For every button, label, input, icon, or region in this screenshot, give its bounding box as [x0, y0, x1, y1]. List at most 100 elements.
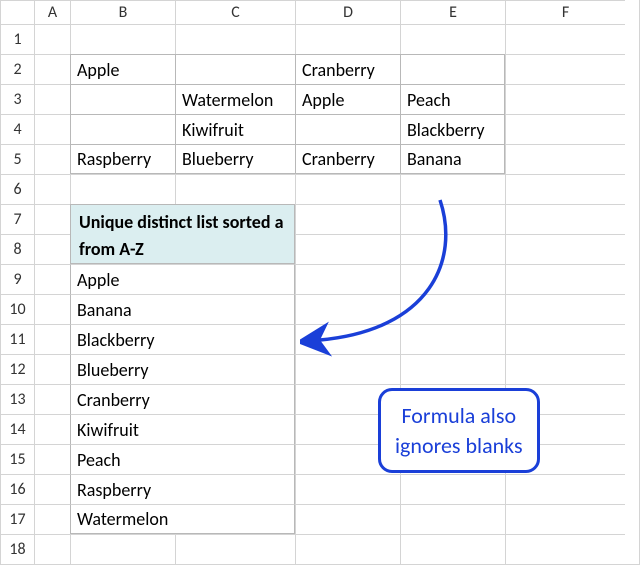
cell-A7[interactable] — [34, 204, 70, 234]
col-header-B[interactable]: B — [70, 0, 175, 24]
row-header-13[interactable]: 13 — [0, 384, 34, 414]
cell-B5[interactable]: Raspberry — [70, 144, 175, 174]
cell-C5[interactable]: Blueberry — [175, 144, 295, 174]
cell-D3[interactable]: Apple — [295, 84, 400, 114]
result-item-4[interactable]: Cranberry — [70, 384, 295, 414]
row-header-2[interactable]: 2 — [0, 54, 34, 84]
cell-C1[interactable] — [175, 24, 295, 54]
cell-E1[interactable] — [400, 24, 505, 54]
cell-A18[interactable] — [34, 534, 70, 564]
result-item-0[interactable]: Apple — [70, 264, 295, 294]
cell-D16[interactable] — [295, 474, 400, 504]
row-header-9[interactable]: 9 — [0, 264, 34, 294]
cell-D5[interactable]: Cranberry — [295, 144, 400, 174]
result-item-6[interactable]: Peach — [70, 444, 295, 474]
row-header-1[interactable]: 1 — [0, 24, 34, 54]
cell-C2[interactable] — [175, 54, 295, 84]
cell-A10[interactable] — [34, 294, 70, 324]
cell-E2[interactable] — [400, 54, 505, 84]
result-item-7[interactable]: Raspberry — [70, 474, 295, 504]
cell-B18[interactable] — [70, 534, 175, 564]
result-item-2[interactable]: Blackberry — [70, 324, 295, 354]
cell-B2[interactable]: Apple — [70, 54, 175, 84]
cell-F2[interactable] — [505, 54, 625, 84]
col-header-A[interactable]: A — [34, 0, 70, 24]
cell-F7[interactable] — [505, 204, 625, 234]
cell-D12[interactable] — [295, 354, 400, 384]
cell-E4[interactable]: Blackberry — [400, 114, 505, 144]
row-header-17[interactable]: 17 — [0, 504, 34, 534]
result-item-5[interactable]: Kiwifruit — [70, 414, 295, 444]
cell-A13[interactable] — [34, 384, 70, 414]
cell-A9[interactable] — [34, 264, 70, 294]
cell-B3[interactable] — [70, 84, 175, 114]
cell-A17[interactable] — [34, 504, 70, 534]
cell-F16[interactable] — [505, 474, 625, 504]
cell-D7[interactable] — [295, 204, 400, 234]
cell-E7[interactable] — [400, 204, 505, 234]
cell-D9[interactable] — [295, 264, 400, 294]
cell-E5[interactable]: Banana — [400, 144, 505, 174]
cell-C3[interactable]: Watermelon — [175, 84, 295, 114]
cell-F4[interactable] — [505, 114, 625, 144]
cell-D10[interactable] — [295, 294, 400, 324]
cell-D17[interactable] — [295, 504, 400, 534]
cell-A16[interactable] — [34, 474, 70, 504]
cell-D6[interactable] — [295, 174, 400, 204]
cell-E17[interactable] — [400, 504, 505, 534]
cell-F8[interactable] — [505, 234, 625, 264]
cell-D4[interactable] — [295, 114, 400, 144]
cell-A4[interactable] — [34, 114, 70, 144]
cell-D11[interactable] — [295, 324, 400, 354]
cell-B1[interactable] — [70, 24, 175, 54]
row-header-4[interactable]: 4 — [0, 114, 34, 144]
cell-E3[interactable]: Peach — [400, 84, 505, 114]
cell-F3[interactable] — [505, 84, 625, 114]
cell-E10[interactable] — [400, 294, 505, 324]
row-header-11[interactable]: 11 — [0, 324, 34, 354]
col-header-E[interactable]: E — [400, 0, 505, 24]
cell-E12[interactable] — [400, 354, 505, 384]
cell-F9[interactable] — [505, 264, 625, 294]
cell-A6[interactable] — [34, 174, 70, 204]
cell-F6[interactable] — [505, 174, 625, 204]
cell-A15[interactable] — [34, 444, 70, 474]
cell-D2[interactable]: Cranberry — [295, 54, 400, 84]
cell-E18[interactable] — [400, 534, 505, 564]
row-header-16[interactable]: 16 — [0, 474, 34, 504]
row-header-10[interactable]: 10 — [0, 294, 34, 324]
cell-F1[interactable] — [505, 24, 625, 54]
row-header-12[interactable]: 12 — [0, 354, 34, 384]
cell-E8[interactable] — [400, 234, 505, 264]
cell-A11[interactable] — [34, 324, 70, 354]
result-item-1[interactable]: Banana — [70, 294, 295, 324]
cell-A1[interactable] — [34, 24, 70, 54]
cell-D1[interactable] — [295, 24, 400, 54]
row-header-6[interactable]: 6 — [0, 174, 34, 204]
cell-B6[interactable] — [70, 174, 175, 204]
select-all-corner[interactable] — [0, 0, 34, 24]
cell-F11[interactable] — [505, 324, 625, 354]
cell-F10[interactable] — [505, 294, 625, 324]
cell-C6[interactable] — [175, 174, 295, 204]
col-header-D[interactable]: D — [295, 0, 400, 24]
cell-E9[interactable] — [400, 264, 505, 294]
result-item-8[interactable]: Watermelon — [70, 504, 295, 534]
cell-F12[interactable] — [505, 354, 625, 384]
cell-A5[interactable] — [34, 144, 70, 174]
col-header-F[interactable]: F — [505, 0, 625, 24]
result-item-3[interactable]: Blueberry — [70, 354, 295, 384]
cell-E6[interactable] — [400, 174, 505, 204]
cell-A14[interactable] — [34, 414, 70, 444]
cell-E11[interactable] — [400, 324, 505, 354]
cell-A3[interactable] — [34, 84, 70, 114]
cell-C4[interactable]: Kiwifruit — [175, 114, 295, 144]
cell-A12[interactable] — [34, 354, 70, 384]
col-header-C[interactable]: C — [175, 0, 295, 24]
cell-F17[interactable] — [505, 504, 625, 534]
row-header-5[interactable]: 5 — [0, 144, 34, 174]
cell-F5[interactable] — [505, 144, 625, 174]
row-header-3[interactable]: 3 — [0, 84, 34, 114]
cell-F18[interactable] — [505, 534, 625, 564]
row-header-8[interactable]: 8 — [0, 234, 34, 264]
